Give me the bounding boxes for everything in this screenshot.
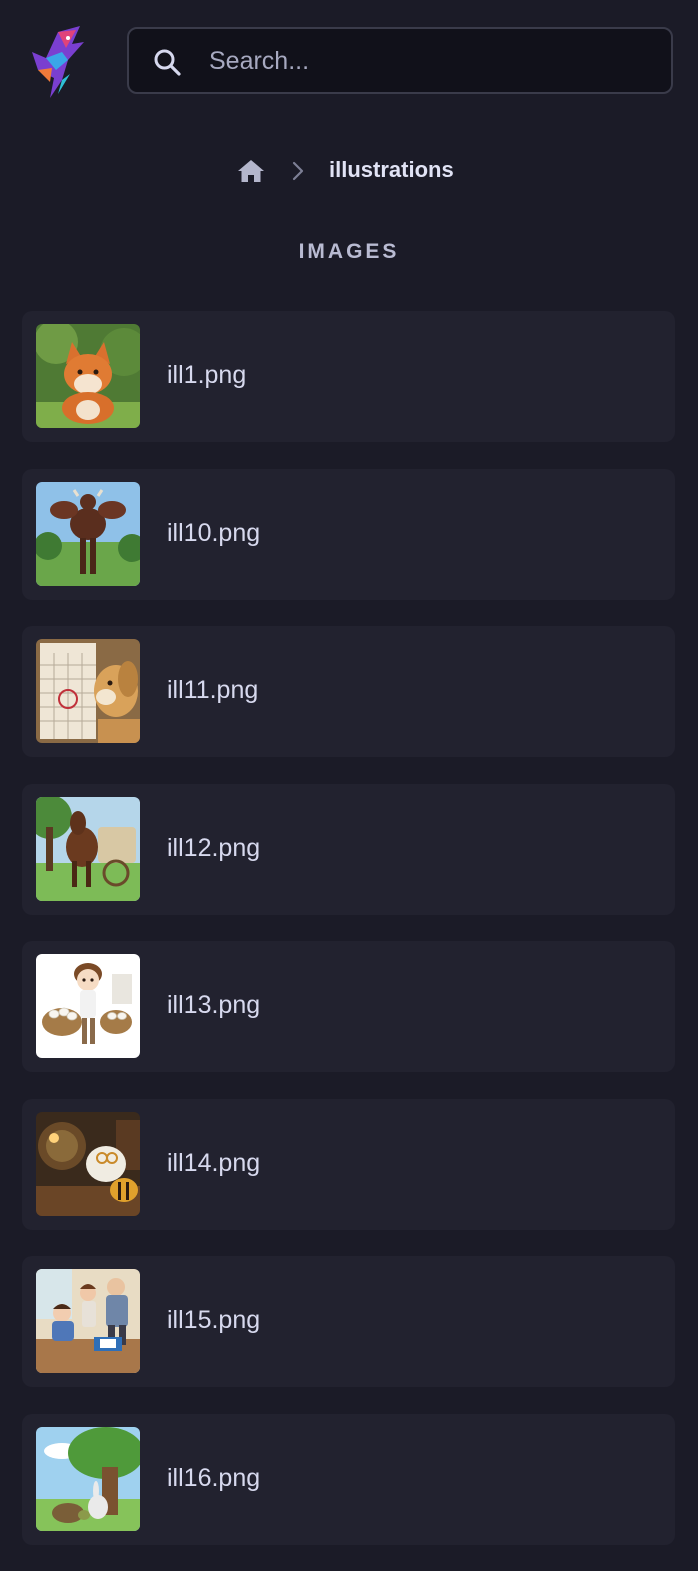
file-item[interactable]: ill14.png xyxy=(22,1098,675,1230)
search-input[interactable] xyxy=(207,29,651,94)
file-name: ill15.png xyxy=(167,1306,261,1334)
header xyxy=(0,0,698,125)
thumbnail-dog-calendar-image xyxy=(36,639,140,743)
file-item[interactable]: ill1.png xyxy=(22,311,675,442)
search-icon xyxy=(154,49,181,76)
file-list: ill1.png ill10.png ill11.png ill12.png i… xyxy=(22,311,675,1571)
file-item[interactable]: ill11.png xyxy=(22,626,675,757)
file-item[interactable]: ill13.png xyxy=(22,941,675,1072)
home-icon[interactable] xyxy=(236,158,266,184)
file-name: ill14.png xyxy=(167,1148,261,1177)
search-box[interactable] xyxy=(127,27,673,94)
file-name: ill1.png xyxy=(167,361,247,389)
section-title: IMAGES xyxy=(298,240,400,263)
thumbnail-boy-eggs-image xyxy=(36,954,140,1058)
file-name: ill16.png xyxy=(167,1463,261,1492)
thumbnail-fox-image xyxy=(36,324,140,428)
file-item[interactable]: ill15.png xyxy=(22,1256,675,1387)
file-name: ill13.png xyxy=(167,991,261,1019)
breadcrumb: illustrations xyxy=(0,150,698,192)
chevron-right-icon xyxy=(292,161,304,181)
file-item[interactable]: ill12.png xyxy=(22,783,675,915)
thumbnail-bull-image xyxy=(36,481,140,586)
logo-bird-icon[interactable] xyxy=(28,22,88,102)
file-item[interactable]: ill16.png xyxy=(22,1413,675,1545)
thumbnail-horse-cart-image xyxy=(36,796,140,901)
file-item[interactable]: ill10.png xyxy=(22,468,675,600)
file-name: ill10.png xyxy=(167,518,261,547)
thumbnail-family-kitchen-image xyxy=(36,1269,140,1373)
thumbnail-tree-turtle-image xyxy=(36,1426,140,1531)
thumbnail-bee-workshop-image xyxy=(36,1111,140,1216)
breadcrumb-current[interactable]: illustrations xyxy=(329,157,454,183)
file-name: ill11.png xyxy=(167,676,259,704)
file-name: ill12.png xyxy=(167,833,261,862)
